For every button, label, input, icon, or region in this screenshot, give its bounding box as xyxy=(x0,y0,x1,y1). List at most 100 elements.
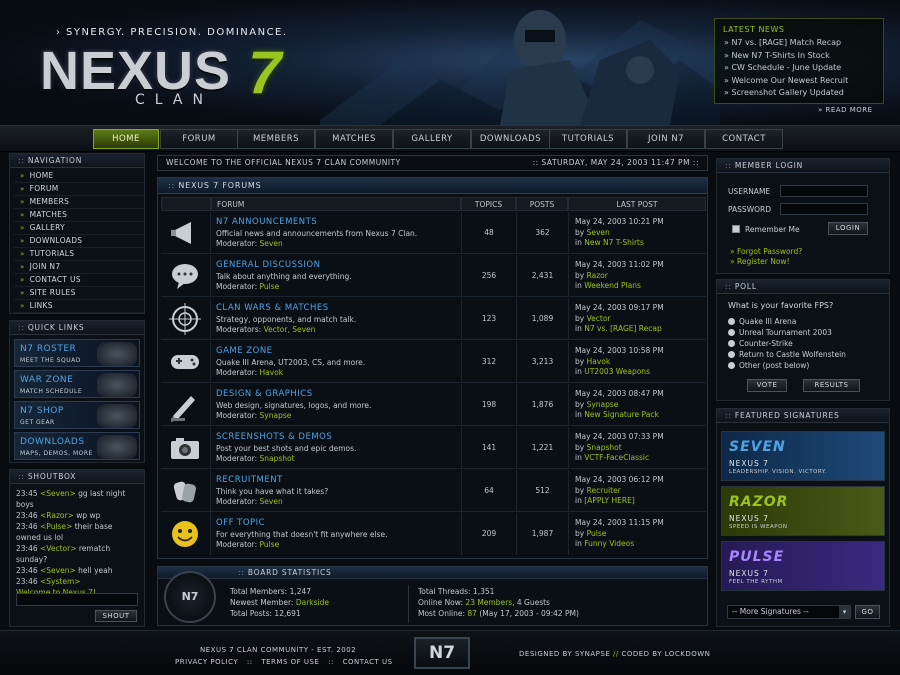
news-item[interactable]: » Screenshot Gallery Updated xyxy=(724,87,883,100)
signature-banner-seven[interactable]: SEVEN NEXUS 7 LEADERSHIP. VISION. VICTOR… xyxy=(721,431,885,481)
contact-link[interactable]: CONTACT US xyxy=(343,658,393,666)
topic-count: 123 xyxy=(461,298,516,340)
topic-count: 64 xyxy=(461,470,516,512)
post-count: 2,431 xyxy=(516,255,568,297)
roster-art xyxy=(97,342,137,366)
username-input[interactable] xyxy=(780,185,868,197)
footer-links: PRIVACY POLICY :: TERMS OF USE :: CONTAC… xyxy=(175,658,393,666)
poll-panel: :: POLL What is your favorite FPS? Quake… xyxy=(716,279,890,401)
poll-option[interactable]: Unreal Tournament 2003 xyxy=(728,328,832,337)
nav-gallery[interactable]: GALLERY xyxy=(393,129,471,149)
stats-divider xyxy=(408,585,409,623)
sidebar-item-downloads[interactable]: » DOWNLOADS xyxy=(14,235,144,248)
quick-link-roster[interactable]: N7 ROSTER MEET THE SQUAD xyxy=(14,339,140,367)
sidebar-item-tutorials[interactable]: » TUTORIALS xyxy=(14,248,144,261)
shout-button[interactable]: SHOUT xyxy=(95,610,137,622)
poll-option[interactable]: Other (post below) xyxy=(728,361,809,370)
nav-home[interactable]: HOME xyxy=(93,129,159,149)
news-item[interactable]: » Welcome Our Newest Recruit xyxy=(724,75,883,88)
forum-name[interactable]: DESIGN & GRAPHICS xyxy=(216,389,313,399)
nav-downloads[interactable]: DOWNLOADS xyxy=(471,129,550,149)
login-title: :: MEMBER LOGIN xyxy=(717,159,889,173)
forum-moderators: Moderator: Seven xyxy=(216,497,283,506)
sidebar-item-home[interactable]: » HOME xyxy=(14,170,144,183)
site-header: › SYNERGY. PRECISION. DOMINANCE. NEXUS 7… xyxy=(0,0,900,125)
password-input[interactable] xyxy=(780,203,868,215)
nav-forum[interactable]: FORUM xyxy=(160,129,238,149)
poll-option[interactable]: Return to Castle Wolfenstein xyxy=(728,350,846,359)
forum-name[interactable]: GAME ZONE xyxy=(216,346,273,356)
quick-link-downloads[interactable]: DOWNLOADS MAPS, DEMOS, MORE xyxy=(14,432,140,460)
nav-matches[interactable]: MATCHES xyxy=(315,129,393,149)
logo-number[interactable]: 7 xyxy=(248,38,281,107)
poll-option[interactable]: Quake III Arena xyxy=(728,317,796,326)
logo-subtitle: CLAN xyxy=(135,92,213,108)
nav-members[interactable]: MEMBERS xyxy=(237,129,315,149)
quick-link-shop[interactable]: N7 SHOP GET GEAR xyxy=(14,401,140,429)
radio-icon xyxy=(728,329,735,336)
nav-tutorials[interactable]: TUTORIALS xyxy=(549,129,627,149)
signatures-title: :: FEATURED SIGNATURES xyxy=(717,409,889,423)
news-item[interactable]: » CW Schedule - June Update xyxy=(724,62,883,75)
topics-column-header: TOPICS xyxy=(461,197,516,211)
last-post: May 24, 2003 11:02 PM by Razor in Weekend … xyxy=(568,255,706,297)
forum-row: GAME ZONE Quake III Arena, UT2003, CS, a… xyxy=(161,341,706,383)
welcome-text: WELCOME TO THE OFFICIAL NEXUS 7 CLAN COM… xyxy=(166,158,401,167)
sidebar-item-members[interactable]: » MEMBERS xyxy=(14,196,144,209)
forum-name[interactable]: SCREENSHOTS & DEMOS xyxy=(216,432,332,442)
last-post: May 24, 2003 11:15 PM by Pulse in Funny Vi… xyxy=(568,513,706,555)
news-item[interactable]: » N7 vs. [RAGE] Match Recap xyxy=(724,37,883,50)
welcome-bar: WELCOME TO THE OFFICIAL NEXUS 7 CLAN COM… xyxy=(157,155,708,171)
remember-checkbox[interactable] xyxy=(732,225,740,233)
forgot-password-link[interactable]: » Forgot Password? xyxy=(730,247,802,256)
forum-name[interactable]: RECRUITMENT xyxy=(216,475,283,485)
nav-contact[interactable]: CONTACT xyxy=(705,129,783,149)
shout-input[interactable] xyxy=(16,593,138,606)
soldier-art xyxy=(500,10,680,125)
navigation-panel: :: NAVIGATION » HOME » FORUM » MEMBERS » MAT… xyxy=(9,153,145,314)
last-post: May 24, 2003 07:33 PM by Snapshot in VCTF-… xyxy=(568,427,706,469)
main-nav: HOME FORUM MEMBERS MATCHES GALLERY DOWNL… xyxy=(0,125,900,152)
forum-name[interactable]: N7 ANNOUNCEMENTS xyxy=(216,217,317,227)
speech-bubble-icon xyxy=(161,255,211,297)
vote-button[interactable]: VOTE xyxy=(747,379,787,392)
signature-select[interactable]: -- More Signatures -- ▾ xyxy=(727,605,851,619)
forum-row: SCREENSHOTS & DEMOS Post your best shots… xyxy=(161,427,706,469)
register-link[interactable]: » Register Now! xyxy=(730,257,790,266)
forum-name[interactable]: CLAN WARS & MATCHES xyxy=(216,303,329,313)
post-count: 362 xyxy=(516,212,568,254)
sidebar-item-contact[interactable]: » CONTACT US xyxy=(14,274,144,287)
sidebar-item-matches[interactable]: » MATCHES xyxy=(14,209,144,222)
forum-moderators: Moderator: Snapshot xyxy=(216,454,295,463)
sidebar-item-gallery[interactable]: » GALLERY xyxy=(14,222,144,235)
forum-row: CLAN WARS & MATCHES Strategy, opponents,… xyxy=(161,298,706,340)
results-button[interactable]: RESULTS xyxy=(803,379,860,392)
sidebar-item-forum[interactable]: » FORUM xyxy=(14,183,144,196)
sidebar-item-links[interactable]: » LINKS xyxy=(14,300,144,313)
post-count: 1,221 xyxy=(516,427,568,469)
signature-banner-razor[interactable]: RAZOR NEXUS 7 SPEED IS WEAPON xyxy=(721,486,885,536)
password-label: PASSWORD xyxy=(728,205,772,214)
forum-name[interactable]: GENERAL DISCUSSION xyxy=(216,260,320,270)
signature-banner-pulse[interactable]: PULSE NEXUS 7 FEEL THE RYTHM xyxy=(721,541,885,591)
read-more-link[interactable]: » READ MORE xyxy=(818,106,873,114)
last-post: May 24, 2003 10:58 PM by Havok in UT2003 W… xyxy=(568,341,706,383)
forum-description: Post your best shots and epic demos. xyxy=(216,444,357,453)
news-item[interactable]: » New N7 T-Shirts In Stock xyxy=(724,50,883,63)
sidebar-item-join[interactable]: » JOIN N7 xyxy=(14,261,144,274)
sidebar-item-rules[interactable]: » SITE RULES xyxy=(14,287,144,300)
quick-link-warzone[interactable]: WAR ZONE MATCH SCHEDULE xyxy=(14,370,140,398)
member-login-panel: :: MEMBER LOGIN USERNAME PASSWORD Rememb… xyxy=(716,158,890,274)
poll-option[interactable]: Counter-Strike xyxy=(728,339,793,348)
nav-join[interactable]: JOIN N7 xyxy=(627,129,705,149)
forums-title: :: NEXUS 7 FORUMS xyxy=(158,178,707,194)
forum-description: Strategy, opponents, and match talk. xyxy=(216,315,357,324)
forum-description: Web design, signatures, logos, and more. xyxy=(216,401,372,410)
privacy-link[interactable]: PRIVACY POLICY xyxy=(175,658,238,666)
terms-link[interactable]: TERMS OF USE xyxy=(261,658,319,666)
downloads-art xyxy=(97,435,137,459)
go-button[interactable]: GO xyxy=(855,605,880,619)
n7-footer-badge: N7 xyxy=(414,637,470,669)
login-button[interactable]: LOGIN xyxy=(828,222,868,235)
forum-name[interactable]: OFF TOPIC xyxy=(216,518,265,528)
